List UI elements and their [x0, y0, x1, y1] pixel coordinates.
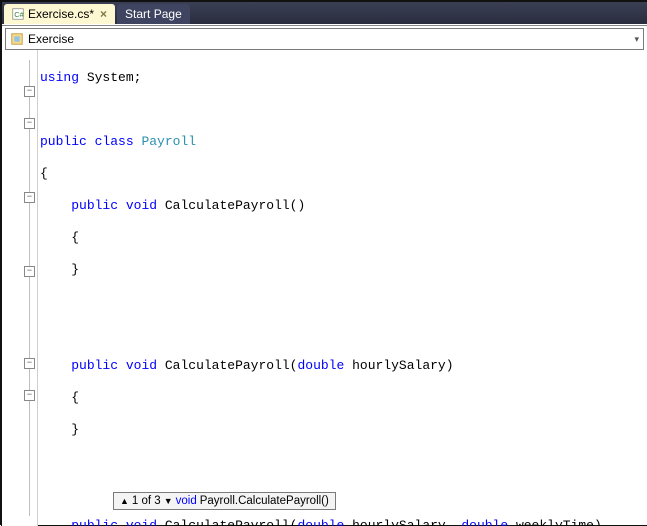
prev-overload-icon[interactable]: ▲	[120, 496, 129, 506]
code-token: CalculatePayroll()	[157, 198, 305, 213]
code-token: void	[126, 358, 157, 373]
close-icon[interactable]: ×	[100, 7, 107, 21]
code-editor[interactable]: − − − − − − using System; public class P…	[2, 50, 647, 526]
scope-dropdown[interactable]: Exercise ▾	[5, 28, 644, 50]
code-token: public	[71, 358, 118, 373]
tooltip-keyword: void	[176, 495, 197, 507]
chevron-down-icon[interactable]: ▾	[634, 34, 639, 45]
code-token: System;	[79, 70, 141, 85]
code-token: void	[126, 198, 157, 213]
code-token: class	[95, 134, 134, 149]
tab-start-page[interactable]: Start Page	[117, 4, 190, 24]
code-token: {	[40, 230, 79, 245]
fold-toggle[interactable]: −	[24, 192, 35, 203]
code-token: double	[298, 358, 345, 373]
fold-toggle[interactable]: −	[24, 266, 35, 277]
code-token: Payroll	[141, 134, 196, 149]
next-overload-icon[interactable]: ▼	[164, 496, 173, 506]
tab-label: Exercise.cs*	[28, 7, 94, 21]
csharp-file-icon: C#	[12, 8, 24, 20]
fold-toggle[interactable]: −	[24, 390, 35, 401]
parameter-info-tooltip: ▲ 1 of 3 ▼ void Payroll.CalculatePayroll…	[113, 492, 336, 510]
class-icon	[10, 32, 24, 46]
fold-toggle[interactable]: −	[24, 86, 35, 97]
tab-bar: C# Exercise.cs* × Start Page	[2, 2, 647, 24]
scope-label: Exercise	[28, 32, 74, 46]
tab-label: Start Page	[125, 7, 182, 21]
fold-gutter: − − − − − −	[2, 50, 38, 526]
fold-toggle[interactable]: −	[24, 358, 35, 369]
code-token: public	[71, 198, 118, 213]
code-token: }	[40, 262, 79, 277]
fold-toggle[interactable]: −	[24, 118, 35, 129]
code-token: using	[40, 70, 79, 85]
code-token: {	[40, 166, 48, 181]
tab-exercise-cs[interactable]: C# Exercise.cs* ×	[4, 4, 115, 24]
code-token: }	[40, 422, 79, 437]
svg-text:C#: C#	[14, 10, 24, 19]
code-token: {	[40, 390, 79, 405]
overload-counter: 1 of 3	[132, 495, 161, 507]
code-token: public	[40, 134, 87, 149]
code-area[interactable]: using System; public class Payroll { pub…	[40, 50, 647, 526]
code-token: CalculatePayroll(	[157, 358, 297, 373]
code-token: hourlySalary)	[344, 358, 453, 373]
tooltip-signature: Payroll.CalculatePayroll()	[200, 495, 329, 507]
